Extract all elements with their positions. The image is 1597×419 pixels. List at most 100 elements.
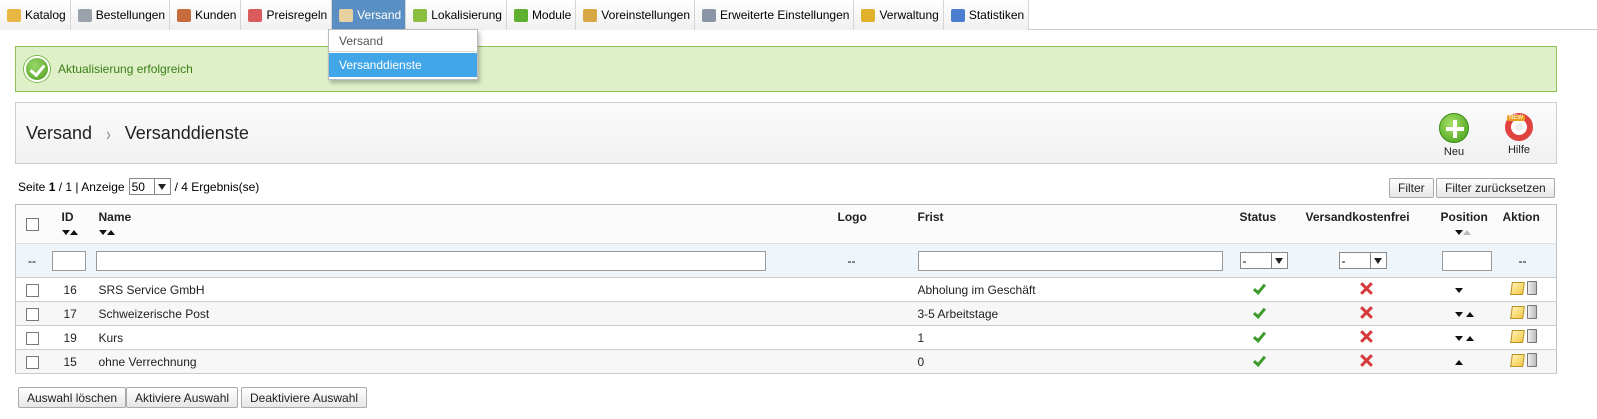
price-rules-icon <box>248 8 263 22</box>
move-up-icon[interactable] <box>1465 335 1474 341</box>
edit-icon[interactable] <box>1509 282 1525 295</box>
per-page-select[interactable]: 50 <box>128 178 171 195</box>
row-checkbox[interactable] <box>26 355 39 369</box>
new-button-label: Neu <box>1443 146 1465 158</box>
filter-logo-dash: -- <box>837 243 918 278</box>
filter-button[interactable]: Filter <box>1389 178 1434 198</box>
filter-dash: -- <box>15 243 48 278</box>
move-down-icon[interactable] <box>1454 311 1463 317</box>
sort-id-icon[interactable] <box>61 227 96 237</box>
move-up-icon[interactable] <box>1454 359 1463 365</box>
sort-name-icon[interactable] <box>98 227 838 237</box>
menu-erweiterte-einstellungen[interactable]: Erweiterte Einstellungen <box>695 0 855 30</box>
menu-preisregeln[interactable]: Preisregeln <box>241 0 333 30</box>
success-text: Aktualisierung erfolgreich <box>58 62 193 76</box>
table-row[interactable]: 16 SRS Service GmbH Abholung im Geschäft <box>15 277 1557 302</box>
cell-position <box>1440 301 1503 326</box>
col-status: Status <box>1239 204 1306 244</box>
page-title: Versanddienste <box>124 123 249 143</box>
table-row[interactable]: 17 Schweizerische Post 3-5 Arbeitstage <box>15 301 1557 326</box>
filter-aktion-dash: -- <box>1502 243 1557 278</box>
edit-icon[interactable] <box>1509 354 1525 367</box>
top-menu: Katalog Bestellungen Kunden Preisregeln Vers… <box>0 0 1597 30</box>
menu-label: Katalog <box>25 8 66 22</box>
cart-icon <box>77 8 92 22</box>
move-down-icon[interactable] <box>1454 287 1463 293</box>
status-enabled-icon[interactable] <box>1252 281 1266 295</box>
delete-selection-button[interactable]: Auswahl löschen <box>18 387 127 408</box>
edit-icon[interactable] <box>1509 306 1525 319</box>
col-position: Position <box>1440 210 1488 224</box>
status-enabled-icon[interactable] <box>1252 329 1266 343</box>
cell-frist: 0 <box>917 349 1240 374</box>
new-badge: NEW <box>1507 115 1525 121</box>
select-all-checkbox[interactable] <box>26 218 39 232</box>
trash-icon[interactable] <box>1526 281 1537 295</box>
menu-verwaltung[interactable]: Verwaltung <box>854 0 944 30</box>
menu-lokalisierung[interactable]: Lokalisierung <box>406 0 507 30</box>
free-shipping-disabled-icon[interactable] <box>1360 330 1373 343</box>
filter-row: -- -- - - -- <box>15 243 1557 278</box>
free-shipping-disabled-icon[interactable] <box>1360 354 1373 367</box>
edit-icon[interactable] <box>1509 330 1525 343</box>
menu-label: Statistiken <box>968 8 1025 22</box>
menu-module[interactable]: Module <box>506 0 577 30</box>
trash-icon[interactable] <box>1526 305 1537 319</box>
trash-icon[interactable] <box>1526 353 1537 367</box>
menu-label: Kunden <box>195 8 237 22</box>
row-checkbox[interactable] <box>26 283 39 297</box>
preferences-icon <box>583 8 598 22</box>
trash-icon[interactable] <box>1526 329 1537 343</box>
free-shipping-disabled-icon[interactable] <box>1360 306 1373 319</box>
filter-frist-input[interactable] <box>917 250 1223 271</box>
col-id: ID <box>61 210 74 224</box>
plus-icon <box>1439 113 1469 143</box>
menu-kunden[interactable]: Kunden <box>170 0 242 30</box>
filter-status-value: - <box>1242 253 1247 268</box>
key-icon <box>861 8 876 22</box>
filter-id-input[interactable] <box>51 250 86 271</box>
sort-position-icon[interactable] <box>1441 227 1503 237</box>
page-prefix: Seite <box>18 179 46 194</box>
menu-label: Versand <box>357 8 402 22</box>
cell-logo <box>837 277 918 302</box>
menu-statistiken[interactable]: Statistiken <box>943 0 1030 30</box>
menu-label: Voreinstellungen <box>601 8 691 22</box>
versand-submenu: Versand Versanddienste <box>328 29 478 80</box>
col-versandkostenfrei: Versandkostenfrei <box>1305 204 1441 244</box>
menu-bestellungen[interactable]: Bestellungen <box>70 0 171 30</box>
page-number: 1 <box>48 179 56 194</box>
menu-voreinstellungen[interactable]: Voreinstellungen <box>576 0 696 30</box>
submenu-item-versanddienste[interactable]: Versanddienste <box>329 53 477 77</box>
move-up-icon[interactable] <box>1465 311 1474 317</box>
filter-versandkostenfrei-select[interactable]: - <box>1338 252 1387 269</box>
row-checkbox[interactable] <box>26 307 39 321</box>
lifebuoy-icon: NEW <box>1505 113 1533 141</box>
status-enabled-icon[interactable] <box>1252 353 1266 367</box>
page-toolbar: Versand › Versanddienste Neu NEW Hilfe <box>15 102 1557 164</box>
free-shipping-disabled-icon[interactable] <box>1360 282 1373 295</box>
help-button[interactable]: NEW Hilfe <box>1494 113 1544 156</box>
success-message: Aktualisierung erfolgreich <box>15 46 1557 92</box>
cell-position <box>1440 349 1503 374</box>
menu-katalog[interactable]: Katalog <box>0 0 71 30</box>
filter-position-input[interactable] <box>1441 250 1492 271</box>
filter-name-input[interactable] <box>95 250 766 271</box>
page-of: / 1 | Anzeige <box>58 179 125 194</box>
filter-status-select[interactable]: - <box>1239 252 1288 269</box>
submenu-title[interactable]: Versand <box>329 30 477 52</box>
activate-selection-button[interactable]: Aktiviere Auswahl <box>126 387 239 408</box>
breadcrumb: Versand › Versanddienste <box>26 123 249 144</box>
menu-label: Module <box>531 8 572 22</box>
menu-versand[interactable]: Versand <box>332 0 407 30</box>
move-down-icon[interactable] <box>1454 335 1463 341</box>
table-row[interactable]: 15 ohne Verrechnung 0 <box>15 349 1557 374</box>
reset-filter-button[interactable]: Filter zurücksetzen <box>1436 178 1555 198</box>
status-enabled-icon[interactable] <box>1252 305 1266 319</box>
new-button[interactable]: Neu <box>1429 113 1479 158</box>
cell-logo <box>837 325 918 350</box>
table-row[interactable]: 19 Kurs 1 <box>15 325 1557 350</box>
col-aktion: Aktion <box>1502 204 1557 244</box>
deactivate-selection-button[interactable]: Deaktiviere Auswahl <box>241 387 368 408</box>
row-checkbox[interactable] <box>26 331 39 345</box>
